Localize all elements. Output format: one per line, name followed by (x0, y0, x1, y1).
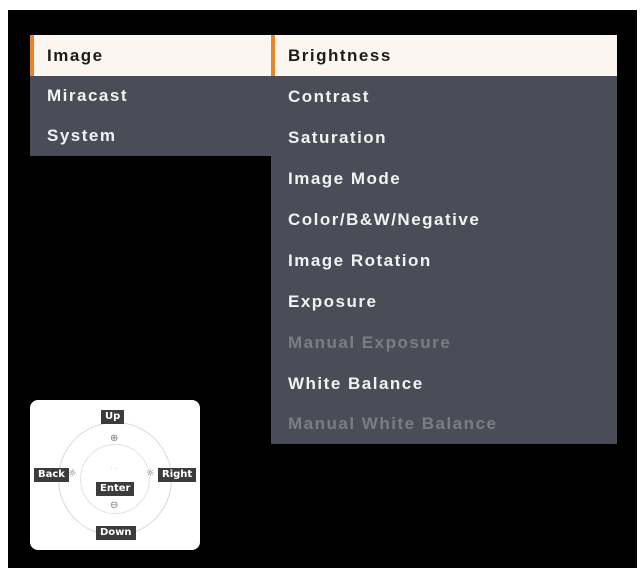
submenu-item-contrast[interactable]: Contrast (271, 76, 617, 117)
submenu-item-label: Image Mode (288, 168, 402, 188)
submenu-item-color-bw-negative[interactable]: Color/B&W/Negative (271, 199, 617, 240)
submenu-item-label: Color/B&W/Negative (288, 209, 481, 229)
submenu-item-label: Saturation (288, 127, 388, 147)
submenu-item-label: White Balance (288, 373, 424, 393)
submenu-item-white-balance[interactable]: White Balance (271, 363, 617, 404)
menu-item-label: Miracast (47, 86, 128, 105)
submenu-item-label: Manual Exposure (288, 332, 452, 352)
submenu-item-brightness[interactable]: Brightness (271, 35, 617, 76)
osd-screen: Image Miracast System Brightness Contras… (8, 10, 637, 568)
submenu-item-manual-exposure: Manual Exposure (271, 322, 617, 363)
down-key-label: Down (96, 526, 136, 540)
menu-item-label: Image (47, 45, 104, 65)
submenu-item-manual-white-balance: Manual White Balance (271, 404, 617, 444)
center-marking: · · · (110, 466, 118, 471)
submenu-item-label: Exposure (288, 291, 378, 311)
right-key-label: Right (158, 468, 197, 482)
menu-item-miracast[interactable]: Miracast (30, 76, 278, 116)
enter-key-label: Enter (96, 482, 135, 496)
zoom-in-icon: ⊕ (110, 433, 119, 444)
menu-item-system[interactable]: System (30, 116, 278, 156)
submenu-item-label: Manual White Balance (288, 414, 498, 433)
menu-item-image[interactable]: Image (30, 35, 278, 76)
submenu-item-label: Brightness (288, 45, 392, 65)
submenu-item-label: Contrast (288, 86, 370, 106)
submenu-item-exposure[interactable]: Exposure (271, 281, 617, 322)
menu-item-label: System (47, 126, 117, 145)
up-key-label: Up (101, 410, 125, 424)
submenu-item-image-mode[interactable]: Image Mode (271, 158, 617, 199)
submenu-item-label: Image Rotation (288, 250, 432, 270)
brightness-high-icon: ☼ (146, 468, 155, 479)
button-legend: Up ⊕ Back ☼ · · · ☼ Right Enter ⊖ Down (30, 400, 200, 550)
submenu-item-saturation[interactable]: Saturation (271, 117, 617, 158)
submenu-item-image-rotation[interactable]: Image Rotation (271, 240, 617, 281)
zoom-out-icon: ⊖ (110, 500, 119, 511)
back-key-label: Back (34, 468, 69, 482)
brightness-low-icon: ☼ (68, 468, 77, 479)
